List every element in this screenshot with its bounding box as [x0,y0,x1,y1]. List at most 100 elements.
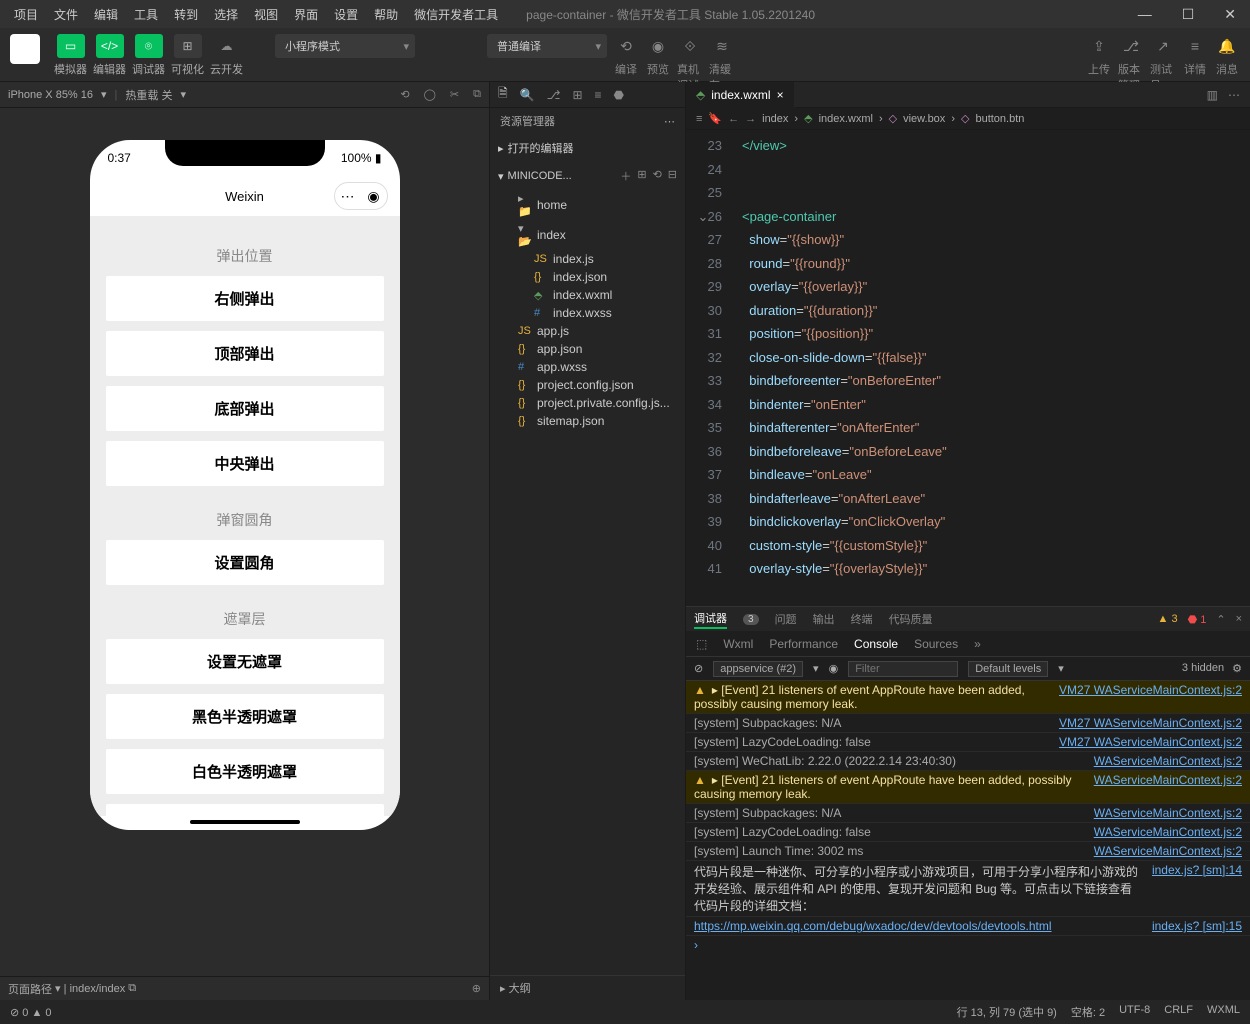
source-link[interactable]: WAServiceMainContext.js:2 [1094,754,1242,768]
tree-item[interactable]: #app.wxss [490,358,685,376]
tree-item[interactable]: ▸ 📁home [490,190,685,220]
menu-item[interactable]: 编辑 [88,6,124,23]
search-icon[interactable]: 🔍 [520,88,535,102]
split-icon[interactable]: ▥ [1207,88,1218,102]
ext-icon[interactable]: ⊞ [572,88,582,102]
tree-item[interactable]: {}sitemap.json [490,412,685,430]
btn-right[interactable]: 右侧弹出 [106,276,384,321]
hotreload-select[interactable]: 热重载 关 [125,87,172,103]
device-select[interactable]: iPhone X 85% 16 [8,89,93,101]
record-icon[interactable]: ◯ [424,88,436,101]
compile-button[interactable]: ⟲编译 [613,34,639,77]
cloud-button[interactable]: ☁云开发 [210,34,243,77]
tree-item[interactable]: ⬘index.wxml [490,286,685,304]
menu-item[interactable]: 帮助 [368,6,404,23]
refresh-icon[interactable]: ⟲ [400,88,409,101]
tree-item[interactable]: JSindex.js [490,250,685,268]
more-icon[interactable]: ⋯ [664,115,675,128]
upload-button[interactable]: ⇪上传 [1086,34,1112,77]
new-folder-icon[interactable]: ⊞ [637,168,646,184]
bug-icon[interactable]: ⬣ [614,88,624,102]
open-editors[interactable]: ▸ 打开的编辑器 [490,138,685,158]
btn-no-overlay[interactable]: 设置无遮罩 [106,639,384,684]
outline-section[interactable]: ▸ 大纲 [490,975,685,1000]
more-icon[interactable]: ⋯ [1228,88,1240,102]
popout-icon[interactable]: ⧉ [473,88,481,101]
status-indent[interactable]: 空格: 2 [1071,1004,1105,1020]
code-editor[interactable]: 232425⌄26272829303132333435363738394041 … [686,130,1250,606]
context-dropdown[interactable]: appservice (#2) [713,661,803,677]
message-button[interactable]: 🔔消息 [1214,34,1240,77]
hidden-count[interactable]: 3 hidden [1182,662,1224,675]
source-link[interactable]: WAServiceMainContext.js:2 [1094,806,1242,820]
more-icon[interactable]: » [974,637,981,651]
source-link[interactable]: WAServiceMainContext.js:2 [1094,844,1242,858]
menu-item[interactable]: 转到 [168,6,204,23]
source-link[interactable]: VM27 WAServiceMainContext.js:2 [1059,716,1242,730]
source-link[interactable]: VM27 WAServiceMainContext.js:2 [1059,683,1242,711]
dtab[interactable]: Sources [914,637,958,651]
btn-black-overlay[interactable]: 黑色半透明遮罩 [106,694,384,739]
warn-badge[interactable]: ▲ 3 [1158,613,1178,626]
tree-item[interactable]: ▾ 📂index [490,220,685,250]
menu-item[interactable]: 设置 [328,6,364,23]
source-link[interactable]: VM27 WAServiceMainContext.js:2 [1059,735,1242,749]
close-tab-icon[interactable]: × [777,88,784,102]
tree-item[interactable]: JSapp.js [490,322,685,340]
capsule-close-icon[interactable]: ◉ [361,183,387,209]
branch-icon[interactable]: ⎇ [547,88,561,102]
gear-icon[interactable]: ⚙ [1232,662,1242,675]
menu-item[interactable]: 界面 [288,6,324,23]
capsule-menu-icon[interactable]: ⋯ [335,183,361,209]
btn-round[interactable]: 设置圆角 [106,540,384,585]
refresh-icon[interactable]: ⟲ [653,168,662,184]
err-badge[interactable]: ⬣ 1 [1188,613,1207,626]
maximize-icon[interactable]: ☐ [1176,6,1201,23]
tree-item[interactable]: {}project.config.json [490,376,685,394]
menu-item[interactable]: 微信开发者工具 [408,6,504,23]
new-file-icon[interactable]: ＋ [620,168,631,184]
menu-item[interactable]: 文件 [48,6,84,23]
menu-item[interactable]: 项目 [8,6,44,23]
dtab[interactable]: Wxml [723,637,753,651]
dtab-console[interactable]: Console [854,637,898,651]
filter-input[interactable] [848,661,958,677]
source-link[interactable]: index.js? [sm]:14 [1152,863,1242,914]
btn-blur-overlay[interactable]: 模糊遮罩 [106,804,384,816]
debugger-button[interactable]: ⌾调试器 [132,34,165,77]
menu-item[interactable]: 选择 [208,6,244,23]
close-icon[interactable]: ✕ [1218,6,1242,23]
btn-top[interactable]: 顶部弹出 [106,331,384,376]
page-path-value[interactable]: index/index [70,983,126,995]
status-pos[interactable]: 行 13, 列 79 (选中 9) [957,1004,1057,1020]
status-errors[interactable]: ⊘ 0 ▲ 0 [10,1006,52,1019]
menu-item[interactable]: 视图 [248,6,284,23]
close-panel-icon[interactable]: × [1236,613,1242,626]
tab-terminal[interactable]: 终端 [851,611,873,627]
levels-dropdown[interactable]: Default levels [968,661,1048,677]
chevron-up-icon[interactable]: ⌃ [1216,613,1225,626]
status-lang[interactable]: WXML [1207,1004,1240,1020]
clear-icon[interactable]: ⊘ [694,662,703,675]
dtab[interactable]: Performance [769,637,838,651]
tree-item[interactable]: #index.wxss [490,304,685,322]
preview-button[interactable]: ◉预览 [645,34,671,77]
tree-item[interactable]: {}index.json [490,268,685,286]
tab-output[interactable]: 输出 [813,611,835,627]
tab-problems[interactable]: 问题 [775,611,797,627]
files-icon[interactable]: 🗎 [498,84,508,105]
visual-button[interactable]: ⊞可视化 [171,34,204,77]
tree-item[interactable]: {}project.private.config.js... [490,394,685,412]
simulator-button[interactable]: ▭模拟器 [54,34,87,77]
detail-button[interactable]: ≡详情 [1182,34,1208,77]
avatar[interactable] [10,34,40,64]
collapse-icon[interactable]: ⊟ [668,168,677,184]
status-enc[interactable]: UTF-8 [1119,1004,1150,1020]
editor-tab[interactable]: ⬘index.wxml× [686,82,795,108]
btn-center[interactable]: 中央弹出 [106,441,384,486]
btn-bottom[interactable]: 底部弹出 [106,386,384,431]
tree-item[interactable]: {}app.json [490,340,685,358]
source-link[interactable]: index.js? [sm]:15 [1152,919,1242,933]
minimize-icon[interactable]: ― [1132,6,1158,23]
compile-dropdown[interactable]: 普通编译 [487,34,607,58]
